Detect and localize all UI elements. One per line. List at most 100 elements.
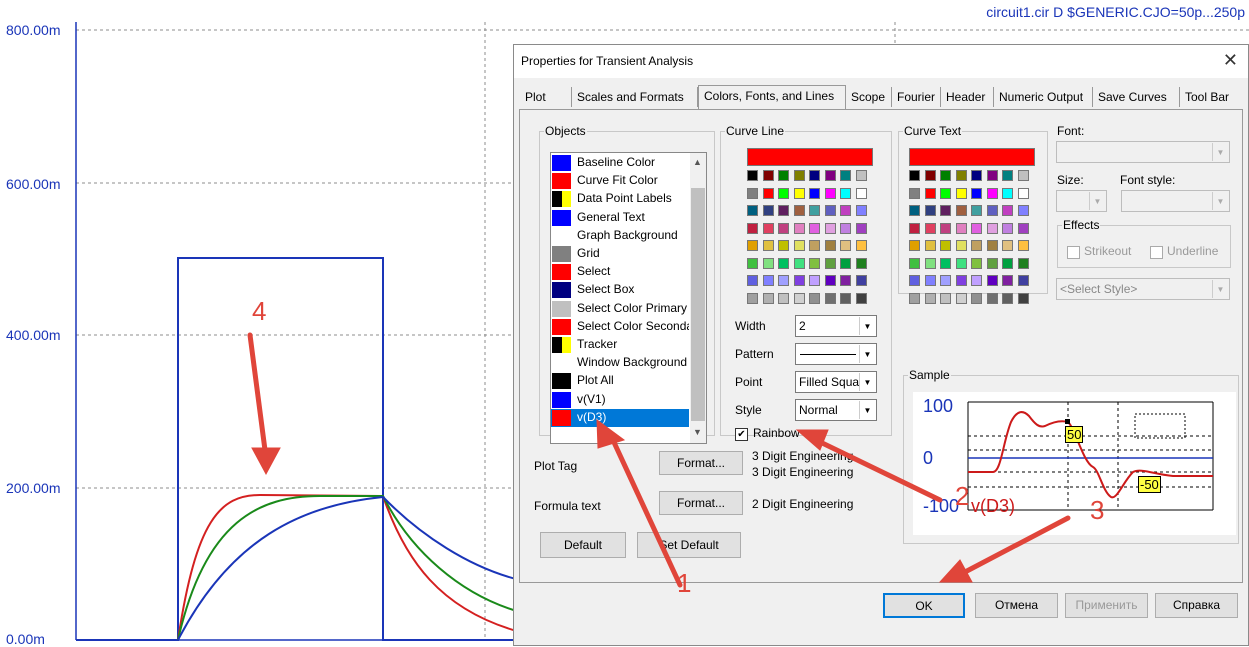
palette-color-cell[interactable]	[955, 257, 967, 269]
palette-color-cell[interactable]	[824, 187, 836, 199]
palette-color-cell[interactable]	[909, 170, 920, 181]
palette-color-cell[interactable]	[1017, 275, 1029, 286]
palette-color-cell[interactable]	[840, 205, 851, 216]
palette-color-cell[interactable]	[762, 275, 774, 286]
palette-color-cell[interactable]	[955, 170, 967, 181]
palette-color-cell[interactable]	[971, 275, 982, 286]
palette-color-cell[interactable]	[793, 187, 805, 199]
palette-color-cell[interactable]	[986, 292, 998, 304]
palette-color-cell[interactable]	[986, 170, 998, 181]
palette-color-cell[interactable]	[747, 292, 758, 304]
palette-color-cell[interactable]	[971, 187, 982, 199]
palette-color-cell[interactable]	[762, 222, 774, 234]
point-select[interactable]: Filled Square▼	[795, 371, 877, 393]
palette-color-cell[interactable]	[840, 222, 851, 234]
palette-color-cell[interactable]	[793, 222, 805, 234]
palette-color-cell[interactable]	[855, 205, 867, 216]
palette-color-cell[interactable]	[986, 275, 998, 286]
palette-color-cell[interactable]	[778, 275, 789, 286]
palette-color-cell[interactable]	[955, 187, 967, 199]
list-item[interactable]: General Text	[551, 209, 689, 227]
palette-color-cell[interactable]	[824, 275, 836, 286]
close-icon[interactable]: ✕	[1223, 50, 1238, 71]
palette-color-cell[interactable]	[809, 222, 820, 234]
palette-color-cell[interactable]	[909, 205, 920, 216]
chevron-down-icon[interactable]: ▼	[1212, 143, 1228, 161]
palette-color-cell[interactable]	[855, 222, 867, 234]
set-default-button[interactable]: Set Default	[637, 532, 741, 558]
palette-color-cell[interactable]	[762, 187, 774, 199]
tab-header[interactable]: Header	[941, 87, 994, 107]
palette-color-cell[interactable]	[986, 257, 998, 269]
palette-color-cell[interactable]	[1002, 205, 1013, 216]
palette-color-cell[interactable]	[855, 240, 867, 251]
palette-color-cell[interactable]	[924, 275, 936, 286]
palette-color-cell[interactable]	[1002, 240, 1013, 251]
chevron-down-icon[interactable]: ▼	[859, 345, 875, 363]
palette-color-cell[interactable]	[971, 257, 982, 269]
list-item[interactable]: Plot All	[551, 372, 689, 390]
palette-color-cell[interactable]	[793, 275, 805, 286]
list-item[interactable]: Curve Fit Color	[551, 172, 689, 190]
palette-color-cell[interactable]	[1017, 170, 1029, 181]
palette-color-cell[interactable]	[840, 275, 851, 286]
palette-color-cell[interactable]	[1002, 275, 1013, 286]
palette-color-cell[interactable]	[747, 222, 758, 234]
palette-color-cell[interactable]	[809, 187, 820, 199]
palette-color-cell[interactable]	[840, 292, 851, 304]
tab-tool-bar[interactable]: Tool Bar	[1180, 87, 1238, 107]
palette-color-cell[interactable]	[971, 205, 982, 216]
palette-color-cell[interactable]	[824, 292, 836, 304]
ok-button[interactable]: OK	[883, 593, 965, 618]
width-select[interactable]: 2 ▼	[795, 315, 877, 337]
palette-color-cell[interactable]	[909, 222, 920, 234]
palette-color-cell[interactable]	[1002, 222, 1013, 234]
palette-color-cell[interactable]	[793, 170, 805, 181]
scroll-up-icon[interactable]: ▲	[693, 157, 702, 167]
palette-color-cell[interactable]	[762, 205, 774, 216]
chevron-down-icon[interactable]: ▼	[1212, 192, 1228, 210]
scrollbar-thumb[interactable]	[691, 188, 705, 421]
apply-button[interactable]: Применить	[1065, 593, 1148, 618]
palette-color-cell[interactable]	[747, 170, 758, 181]
palette-color-cell[interactable]	[855, 257, 867, 269]
palette-color-cell[interactable]	[940, 240, 951, 251]
strikeout-checkbox[interactable]	[1067, 246, 1080, 259]
palette-color-cell[interactable]	[840, 187, 851, 199]
palette-color-cell[interactable]	[955, 205, 967, 216]
tab-scales-and-formats[interactable]: Scales and Formats	[572, 87, 698, 107]
palette-color-cell[interactable]	[824, 222, 836, 234]
palette-color-cell[interactable]	[971, 240, 982, 251]
palette-color-cell[interactable]	[762, 240, 774, 251]
palette-color-cell[interactable]	[924, 222, 936, 234]
tab-fourier[interactable]: Fourier	[892, 87, 941, 107]
palette-color-cell[interactable]	[909, 187, 920, 199]
palette-color-cell[interactable]	[955, 275, 967, 286]
palette-color-cell[interactable]	[809, 292, 820, 304]
palette-color-cell[interactable]	[747, 257, 758, 269]
font-select[interactable]: ▼	[1056, 141, 1230, 163]
list-item[interactable]: Select Color Primary	[551, 300, 689, 318]
palette-color-cell[interactable]	[1002, 292, 1013, 304]
style-select[interactable]: Normal ▼	[795, 399, 877, 421]
palette-color-cell[interactable]	[747, 187, 758, 199]
pattern-select[interactable]: ▼	[795, 343, 877, 365]
chevron-down-icon[interactable]: ▼	[859, 373, 875, 391]
palette-color-cell[interactable]	[793, 257, 805, 269]
default-button[interactable]: Default	[540, 532, 626, 558]
palette-color-cell[interactable]	[840, 170, 851, 181]
tab-scope[interactable]: Scope	[846, 87, 892, 107]
palette-color-cell[interactable]	[1002, 257, 1013, 269]
tab-numeric-output[interactable]: Numeric Output	[994, 87, 1093, 107]
list-item[interactable]: Window Background	[551, 354, 689, 372]
tab-plot[interactable]: Plot	[520, 87, 572, 107]
underline-checkbox[interactable]	[1150, 246, 1163, 259]
palette-color-cell[interactable]	[855, 187, 867, 199]
palette-color-cell[interactable]	[955, 292, 967, 304]
palette-color-cell[interactable]	[971, 292, 982, 304]
palette-color-cell[interactable]	[924, 187, 936, 199]
palette-color-cell[interactable]	[986, 240, 998, 251]
palette-color-cell[interactable]	[762, 292, 774, 304]
palette-color-cell[interactable]	[747, 275, 758, 286]
tab-save-curves[interactable]: Save Curves	[1093, 87, 1180, 107]
